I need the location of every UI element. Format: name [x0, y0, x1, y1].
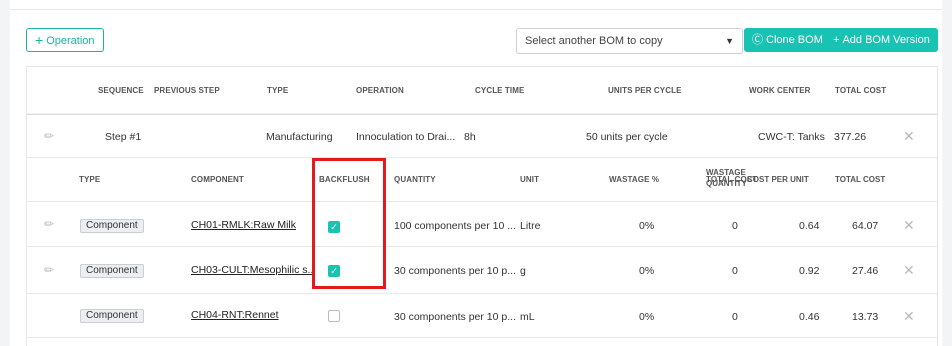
total-cost-value: 64.07 [852, 220, 879, 232]
operation-total-cost: 377.26 [834, 131, 867, 143]
toolbar: + Operation Select another BOM to copy ▼ Ⓒ… [10, 28, 942, 54]
wastage-qty-value: 0 [732, 311, 738, 323]
operation-name: Innoculation to Drai... [356, 131, 456, 143]
cost-per-unit-value: 0.64 [799, 220, 820, 232]
component-link[interactable]: CH01-RMLK:Raw Milk [191, 219, 296, 231]
clone-bom-button[interactable]: Ⓒ Clone BOM [744, 28, 831, 52]
cost-per-unit-value: 0.46 [799, 311, 820, 323]
chevron-down-icon: ▼ [725, 36, 734, 46]
col-type: TYPE [267, 86, 289, 95]
col-backflush: BACKFLUSH [319, 175, 370, 184]
col-units-per-cycle: UNITS PER CYCLE [608, 86, 682, 95]
cost-per-unit-value: 0.92 [799, 265, 820, 277]
component-row[interactable]: ✏ Component CH03-CULT:Mesophilic s.. ✓ 3… [27, 246, 937, 293]
bom-card: + Operation Select another BOM to copy ▼ Ⓒ… [10, 0, 942, 346]
component-link[interactable]: CH04-RNT:Rennet [191, 309, 279, 321]
add-operation-label: Operation [46, 35, 95, 47]
col-comp-type: TYPE [79, 175, 101, 184]
wastage-pct-value: 0% [639, 220, 655, 232]
wastage-qty-value: 0 [732, 220, 738, 232]
close-icon[interactable]: ✕ [903, 308, 915, 325]
col-wastage-qty-line1: WASTAGE [706, 168, 746, 177]
close-icon[interactable]: ✕ [903, 217, 915, 234]
col-wastage-qty: WASTAGE QUANTITY [706, 167, 747, 189]
components-header: TYPE COMPONENT BACKFLUSH QUANTITY UNIT W… [27, 157, 937, 201]
backflush-checkbox[interactable]: ✓ [328, 265, 340, 277]
col-quantity: QUANTITY [394, 175, 436, 184]
close-icon[interactable]: ✕ [903, 262, 915, 279]
close-icon[interactable]: ✕ [903, 128, 915, 145]
col-wastage-pct: WASTAGE % [609, 175, 660, 184]
col-work-center: WORK CENTER [749, 86, 811, 95]
copy-bom-select[interactable]: Select another BOM to copy ▼ [516, 28, 743, 54]
component-row[interactable]: Component CH04-RNT:Rennet 30 components … [27, 293, 937, 338]
col-sequence: SEQUENCE [98, 86, 144, 95]
add-bom-version-button[interactable]: + Add BOM Version [825, 28, 938, 52]
operation-cycle-time: 8h [464, 131, 476, 143]
top-divider [10, 0, 942, 10]
col-cycle-time: CYCLE TIME [475, 86, 525, 95]
wastage-pct-value: 0% [639, 311, 655, 323]
total-cost-value: 27.46 [852, 265, 879, 277]
plus-icon: + [833, 34, 840, 46]
plus-icon: + [35, 32, 44, 48]
wastage-qty-value: 0 [732, 265, 738, 277]
edit-pencil-icon[interactable]: ✏ [44, 217, 54, 231]
operation-units-per-cycle: 50 units per cycle [586, 131, 668, 143]
copy-bom-select-value: Select another BOM to copy [525, 35, 663, 47]
col-cost-per-unit: COST PER UNIT [747, 175, 809, 184]
unit-value: g [520, 265, 526, 277]
quantity-value: 30 components per 10 p... [394, 311, 516, 323]
col-wastage-qty-line2: QUANTITY [706, 179, 747, 188]
operations-table: SEQUENCE PREVIOUS STEP TYPE OPERATION CY… [26, 66, 938, 346]
backflush-checkbox[interactable] [328, 310, 340, 322]
quantity-value: 100 components per 10 ... [394, 220, 516, 232]
edit-pencil-icon[interactable]: ✏ [44, 263, 54, 277]
clone-bom-label: Clone BOM [766, 34, 823, 46]
wastage-pct-value: 0% [639, 265, 655, 277]
edit-pencil-icon[interactable]: ✏ [44, 129, 54, 143]
copy-icon: Ⓒ [752, 34, 763, 46]
unit-value: Litre [520, 220, 541, 232]
quantity-value: 30 components per 10 p... [394, 265, 516, 277]
col-component: COMPONENT [191, 175, 244, 184]
col-unit: UNIT [520, 175, 540, 184]
add-operation-button[interactable]: + Operation [26, 28, 104, 52]
col-total-cost: TOTAL COST [835, 86, 887, 95]
type-badge: Component [80, 264, 144, 278]
operation-sequence: Step #1 [105, 131, 142, 143]
total-cost-value: 13.73 [852, 311, 879, 323]
component-link[interactable]: CH03-CULT:Mesophilic s.. [191, 264, 313, 276]
operation-work-center: CWC-T: Tanks [758, 131, 825, 143]
unit-value: mL [520, 311, 535, 323]
backflush-checkbox[interactable]: ✓ [328, 221, 340, 233]
col-operation: OPERATION [356, 86, 404, 95]
col-total-cost-2: TOTAL COST [835, 175, 886, 184]
col-previous-step: PREVIOUS STEP [154, 86, 220, 95]
type-badge: Component [80, 219, 144, 233]
operation-type: Manufacturing [266, 131, 333, 143]
type-badge: Component [80, 309, 144, 323]
component-row[interactable]: ✏ Component CH01-RMLK:Raw Milk ✓ 100 com… [27, 201, 937, 246]
add-bom-version-label: Add BOM Version [842, 34, 930, 46]
operation-row[interactable]: ✏ Step #1 Manufacturing Innoculation to … [27, 114, 937, 157]
